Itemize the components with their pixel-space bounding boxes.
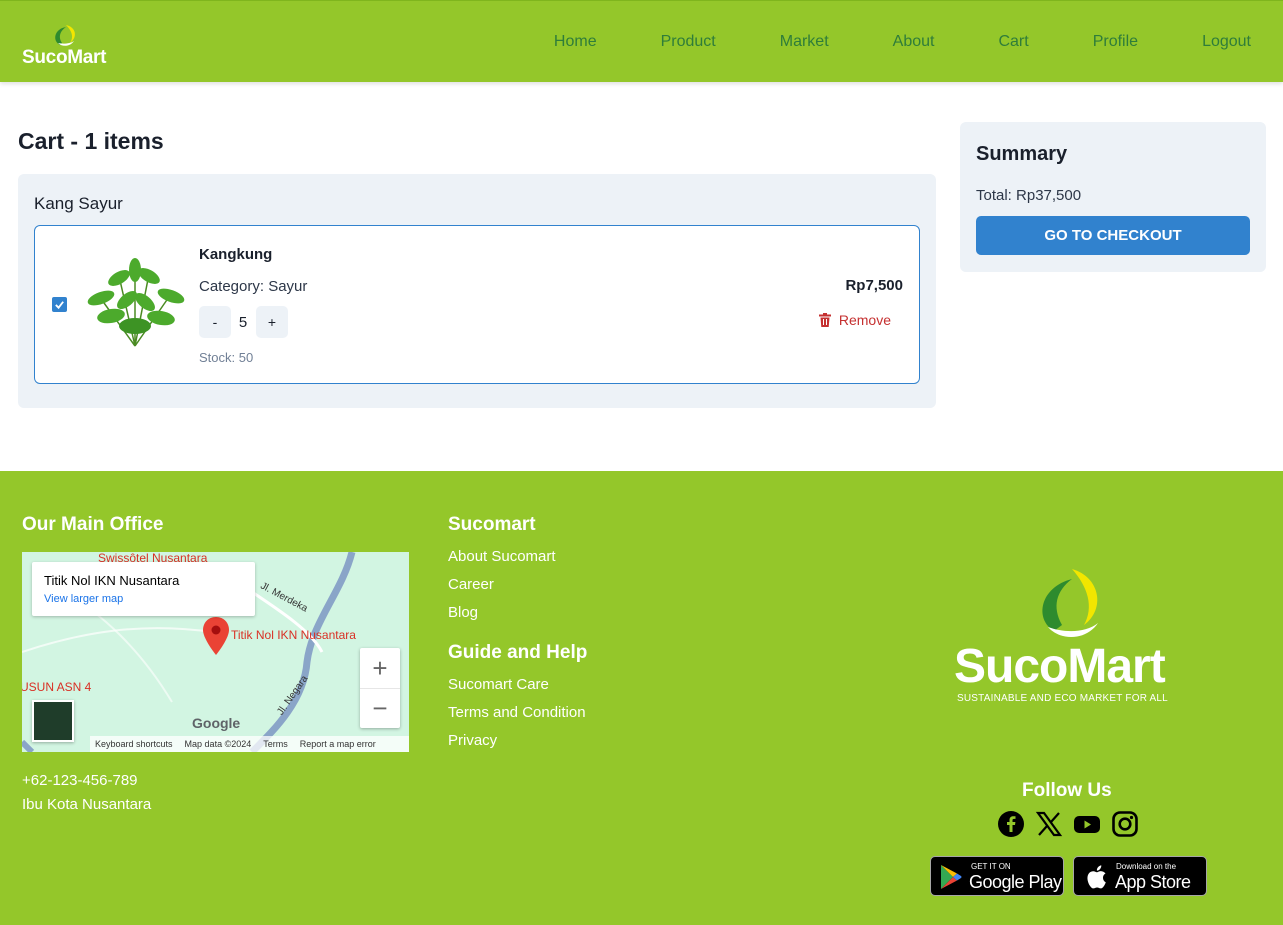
google-play-icon — [941, 865, 962, 889]
map-place-title: Titik Nol IKN Nusantara — [44, 573, 180, 588]
instagram-icon[interactable] — [1111, 810, 1139, 838]
cart-title: Cart - 1 items — [18, 128, 164, 154]
map-zoom-in-button[interactable]: + — [360, 648, 400, 688]
map-satellite-toggle[interactable] — [32, 700, 74, 742]
google-play-small-text: GET IT ON — [971, 862, 1011, 871]
map-terms-link[interactable]: Terms — [263, 739, 288, 749]
store-name: Kang Sayur — [34, 194, 123, 213]
remove-label: Remove — [838, 312, 891, 328]
product-price: Rp7,500 — [845, 277, 903, 294]
map-attribution: Keyboard shortcuts Map data ©2024 Terms … — [90, 736, 409, 752]
product-category: Category: Sayur — [199, 278, 308, 295]
brand-name: SucoMart — [22, 47, 107, 68]
cart-store-panel: Kang Sayur Kangkung Category: Sayur - 5 … — [18, 174, 936, 408]
app-store-badge[interactable]: Download on the App Store — [1073, 856, 1207, 896]
map-area-label: USUN ASN 4 — [22, 680, 92, 694]
quantity-increase-button[interactable]: + — [256, 306, 288, 338]
footer-link-terms[interactable]: Terms and Condition — [448, 704, 586, 721]
product-name: Kangkung — [199, 246, 273, 263]
view-larger-map-link[interactable]: View larger map — [44, 593, 123, 605]
cart-item: Kangkung Category: Sayur - 5 + Stock: 50… — [34, 225, 920, 384]
office-city: Ibu Kota Nusantara — [22, 796, 152, 813]
google-play-badge[interactable]: GET IT ON Google Play — [930, 856, 1064, 896]
footer-link-career[interactable]: Career — [448, 576, 494, 593]
top-navbar: SucoMart Home Product Market About Cart … — [0, 0, 1283, 82]
map-marker-icon — [203, 617, 229, 655]
guide-heading: Guide and Help — [448, 642, 588, 663]
nav-product[interactable]: Product — [661, 33, 716, 51]
brand-logo[interactable]: SucoMart — [22, 21, 122, 71]
youtube-icon[interactable] — [1073, 810, 1101, 838]
map-marker-label: Titik Nol IKN Nusantara — [231, 628, 356, 642]
product-stock: Stock: 50 — [199, 350, 254, 365]
nav-cart[interactable]: Cart — [998, 33, 1028, 51]
map-place-card: Titik Nol IKN Nusantara View larger map — [32, 562, 255, 616]
summary-total: Total: Rp37,500 — [976, 187, 1082, 204]
follow-heading: Follow Us — [1022, 780, 1112, 801]
footer-link-privacy[interactable]: Privacy — [448, 732, 497, 749]
footer-link-care[interactable]: Sucomart Care — [448, 676, 549, 693]
checkout-button[interactable]: GO TO CHECKOUT — [976, 216, 1250, 255]
apple-icon — [1087, 865, 1106, 889]
facebook-icon[interactable] — [997, 810, 1025, 838]
map-data-credit: Map data ©2024 — [184, 739, 252, 749]
map-keyboard-shortcuts[interactable]: Keyboard shortcuts — [95, 739, 173, 749]
nav-logout[interactable]: Logout — [1202, 33, 1251, 51]
item-select-checkbox[interactable] — [52, 297, 67, 312]
main-nav: Home Product Market About Cart Profile L… — [490, 33, 1251, 51]
app-store-small-text: Download on the — [1116, 862, 1177, 871]
footer-brand-tagline: SUSTAINABLE AND ECO MARKET FOR ALL — [957, 693, 1168, 704]
map-zoom-out-button[interactable]: − — [360, 688, 400, 728]
google-play-big-text: Google Play — [969, 872, 1062, 892]
nav-about[interactable]: About — [893, 33, 935, 51]
x-icon[interactable] — [1035, 810, 1063, 838]
footer-brand-name: SucoMart — [954, 640, 1166, 693]
office-phone: +62-123-456-789 — [22, 772, 138, 789]
app-store-big-text: App Store — [1115, 872, 1191, 892]
sucomart-heading: Sucomart — [448, 514, 536, 535]
quantity-decrease-button[interactable]: - — [199, 306, 231, 338]
site-footer: Our Main Office Swissôtel Nusantara USUN… — [0, 471, 1283, 925]
order-summary: Summary Total: Rp37,500 GO TO CHECKOUT — [960, 122, 1266, 272]
summary-title: Summary — [976, 143, 1068, 165]
trash-icon — [818, 313, 831, 327]
nav-profile[interactable]: Profile — [1093, 33, 1138, 51]
google-logo: Google — [192, 715, 241, 731]
leaf-logo-icon — [1042, 569, 1098, 638]
nav-home[interactable]: Home — [554, 33, 597, 51]
leaf-logo-icon — [55, 25, 75, 46]
checkmark-icon — [55, 301, 64, 310]
map-report-link[interactable]: Report a map error — [300, 739, 376, 749]
office-heading: Our Main Office — [22, 514, 164, 535]
footer-link-blog[interactable]: Blog — [448, 604, 478, 621]
office-map[interactable]: Swissôtel Nusantara USUN ASN 4 Jl. Merde… — [22, 552, 409, 752]
nav-market[interactable]: Market — [780, 33, 829, 51]
quantity-value: 5 — [238, 314, 248, 331]
product-image — [87, 258, 185, 347]
footer-link-about[interactable]: About Sucomart — [448, 548, 556, 565]
footer-brand-logo: SucoMart SUSTAINABLE AND ECO MARKET FOR … — [940, 561, 1200, 711]
map-zoom-controls: + − — [360, 648, 400, 728]
remove-item-button[interactable]: Remove — [818, 312, 891, 328]
